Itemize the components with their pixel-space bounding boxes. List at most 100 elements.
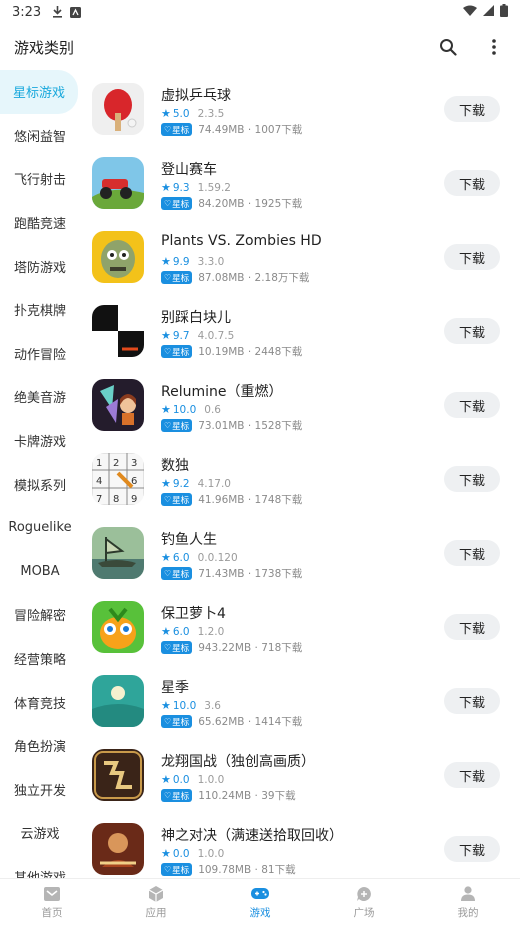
nav-label: 应用: [145, 906, 167, 919]
app-name: Relumine（重燃）: [161, 384, 283, 400]
list-item[interactable]: 登山赛车 ★ 9.3 1.59.2 ♡ 星标 84.20MB · 1925下载 下载: [80, 144, 520, 218]
svg-text:1: 1: [96, 458, 102, 469]
app-version: 1.59.2: [197, 181, 231, 194]
download-button[interactable]: 下载: [444, 688, 500, 714]
sidebar-item-card-games[interactable]: 卡牌游戏: [0, 419, 80, 463]
category-sidebar: 星标游戏 悠闲益智 飞行射击 跑酷竞速 塔防游戏 扑克棋牌 动作冒险 绝美音游 …: [0, 70, 80, 878]
sidebar-item-starred[interactable]: 星标游戏: [0, 70, 78, 114]
heart-icon: ♡: [164, 421, 172, 430]
download-button[interactable]: 下载: [444, 244, 500, 270]
sidebar-item-tower-defense[interactable]: 塔防游戏: [0, 244, 80, 288]
sidebar-item-rpg[interactable]: 角色扮演: [0, 724, 80, 768]
star-badge: ♡ 星标: [161, 123, 193, 136]
heart-icon: ♡: [164, 347, 172, 356]
star-icon: ★: [161, 403, 171, 416]
star-badge: ♡ 星标: [161, 567, 193, 580]
download-button[interactable]: 下载: [444, 318, 500, 344]
download-button[interactable]: 下载: [444, 614, 500, 640]
sidebar-item-sports[interactable]: 体育竞技: [0, 680, 80, 724]
app-notification-icon: [69, 6, 81, 18]
nav-square[interactable]: 广场: [312, 879, 416, 926]
sidebar-item-simulation[interactable]: 模拟系列: [0, 462, 80, 506]
download-button[interactable]: 下载: [444, 466, 500, 492]
sidebar-item-music[interactable]: 绝美音游: [0, 375, 80, 419]
search-icon: [440, 39, 457, 56]
app-score: 10.0: [172, 403, 197, 416]
app-version: 0.0.120: [197, 551, 238, 564]
star-icon: ★: [161, 255, 171, 268]
fishing-icon: [92, 527, 144, 579]
heart-icon: ♡: [164, 791, 172, 800]
app-name: 神之对决（满速送拾取回收）: [161, 828, 343, 844]
search-button[interactable]: [436, 35, 460, 59]
nav-home[interactable]: 首页: [0, 879, 104, 926]
list-item[interactable]: 钓鱼人生 ★ 6.0 0.0.120 ♡ 星标 71.43MB · 1738下载 下载: [80, 514, 520, 588]
sidebar-item-strategy[interactable]: 经营策略: [0, 637, 80, 681]
list-item[interactable]: 别踩白块儿 ★ 9.7 4.0.7.5 ♡ 星标 10.19MB · 2448下载 下载: [80, 292, 520, 366]
list-item[interactable]: 虚拟乒乓球 ★ 5.0 2.3.5 ♡ 星标 74.49MB · 1007下载 下载: [80, 70, 520, 144]
nav-label: 我的: [457, 906, 479, 919]
sidebar-item-casual[interactable]: 悠闲益智: [0, 114, 80, 158]
nav-me[interactable]: 我的: [416, 879, 520, 926]
star-icon: ★: [161, 329, 171, 342]
app-score: 0.0: [172, 847, 190, 860]
app-score: 6.0: [172, 551, 190, 564]
app-version: 4.0.7.5: [197, 329, 235, 342]
ping-pong-icon: [92, 83, 144, 135]
app-meta: 73.01MB · 1528下载: [198, 420, 303, 432]
app-name: 登山赛车: [161, 162, 217, 178]
sidebar-item-roguelike[interactable]: Roguelike: [0, 506, 80, 550]
app-version: 1.0.0: [197, 773, 225, 786]
sidebar-item-other[interactable]: 其他游戏: [0, 855, 80, 878]
app-score: 5.0: [172, 107, 190, 120]
app-meta: 84.20MB · 1925下载: [198, 198, 303, 210]
star-icon: ★: [161, 847, 171, 860]
app-list: 虚拟乒乓球 ★ 5.0 2.3.5 ♡ 星标 74.49MB · 1007下载 下载 登…: [80, 70, 520, 878]
more-button[interactable]: [482, 35, 506, 59]
bottom-nav: 首页 应用 游戏 广场 我的: [0, 878, 520, 926]
svg-text:8: 8: [113, 494, 119, 505]
sidebar-item-indie[interactable]: 独立开发: [0, 768, 80, 812]
download-button[interactable]: 下载: [444, 170, 500, 196]
carrot-icon: [92, 601, 144, 653]
app-header: 游戏类别: [0, 24, 520, 70]
sidebar-item-action[interactable]: 动作冒险: [0, 332, 80, 376]
nav-games[interactable]: 游戏: [208, 879, 312, 926]
download-button[interactable]: 下载: [444, 392, 500, 418]
sidebar-item-puzzle[interactable]: 冒险解密: [0, 593, 80, 637]
list-item[interactable]: 星季 ★ 10.0 3.6 ♡ 星标 65.62MB · 1414下载 下载: [80, 662, 520, 736]
star-icon: ★: [161, 773, 171, 786]
zombie-icon: [92, 231, 144, 283]
download-button[interactable]: 下载: [444, 540, 500, 566]
sidebar-item-racing[interactable]: 跑酷竞速: [0, 201, 80, 245]
wifi-icon: [463, 5, 477, 20]
sidebar-item-cards-chess[interactable]: 扑克棋牌: [0, 288, 80, 332]
star-badge: ♡ 星标: [161, 863, 193, 876]
sidebar-item-moba[interactable]: MOBA: [0, 550, 80, 594]
list-item[interactable]: Relumine（重燃） ★ 10.0 0.6 ♡ 星标 73.01MB · 1528下…: [80, 366, 520, 440]
heart-icon: ♡: [164, 643, 172, 652]
heart-icon: ♡: [164, 199, 172, 208]
download-button[interactable]: 下载: [444, 836, 500, 862]
app-score: 9.2: [172, 477, 190, 490]
app-score: 0.0: [172, 773, 190, 786]
download-button[interactable]: 下载: [444, 96, 500, 122]
list-item[interactable]: 龙翔国战（独创高画质） ★ 0.0 1.0.0 ♡ 星标 110.24MB · 39下载…: [80, 736, 520, 810]
app-score: 9.9: [172, 255, 190, 268]
list-item[interactable]: 保卫萝卜4 ★ 6.0 1.2.0 ♡ 星标 943.22MB · 718下载 下载: [80, 588, 520, 662]
home-icon: [43, 886, 61, 902]
app-score: 10.0: [172, 699, 197, 712]
list-item[interactable]: Plants VS. Zombies HD ★ 9.9 3.3.0 ♡ 星标 87.08…: [80, 218, 520, 292]
sidebar-item-cloud[interactable]: 云游戏: [0, 811, 80, 855]
app-version: 1.2.0: [197, 625, 225, 638]
star-season-icon: [92, 675, 144, 727]
svg-text:4: 4: [96, 476, 102, 487]
nav-apps[interactable]: 应用: [104, 879, 208, 926]
list-item[interactable]: 12346789 数独 ★ 9.2 4.17.0 ♡ 星标 41.96MB · 1748…: [80, 440, 520, 514]
sidebar-item-shooting[interactable]: 飞行射击: [0, 157, 80, 201]
list-item[interactable]: 神之对决（满速送拾取回收） ★ 0.0 1.0.0 ♡ 星标 109.78MB · 81…: [80, 810, 520, 878]
star-badge: ♡ 星标: [161, 715, 193, 728]
download-button[interactable]: 下载: [444, 762, 500, 788]
status-time: 3:23: [12, 4, 42, 20]
heart-icon: ♡: [164, 125, 172, 134]
